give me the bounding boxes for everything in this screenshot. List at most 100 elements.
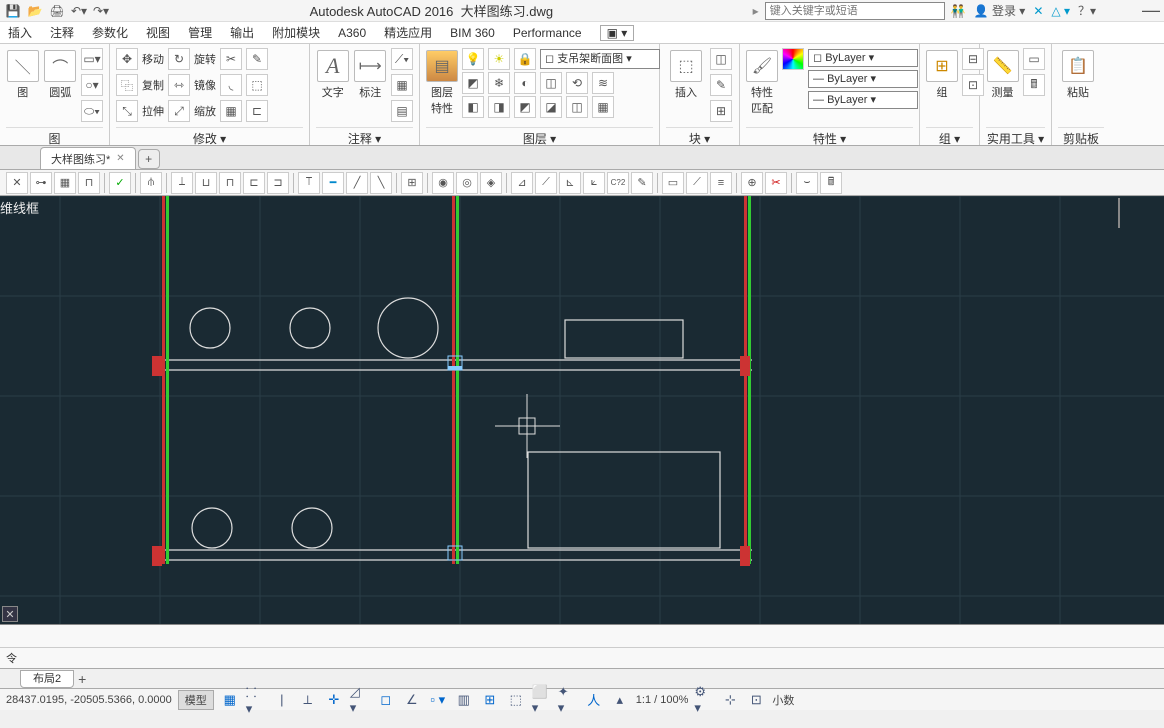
signin-button[interactable]: 👤 登录 ▾ — [974, 2, 1026, 19]
exchange-icon[interactable]: ✕ — [1033, 4, 1043, 18]
panel-util[interactable]: 实用工具 ▾ — [986, 127, 1045, 145]
menu-performance[interactable]: Performance — [513, 26, 582, 40]
tb-check[interactable]: ✓ — [109, 172, 131, 194]
menu-output[interactable]: 输出 — [230, 24, 254, 41]
fillet-icon[interactable]: ◟ — [220, 74, 242, 96]
color-selector[interactable]: ◻ ByLayer ▾ — [808, 49, 918, 67]
trans-icon[interactable]: ▥ — [454, 691, 474, 709]
layer-c-icon[interactable]: ◩ — [514, 96, 536, 118]
menu-annotate[interactable]: 注释 — [50, 24, 74, 41]
copy-button[interactable]: 复制 — [142, 77, 164, 93]
canvas-close-button[interactable]: ✕ — [2, 606, 18, 622]
menu-insert[interactable]: 插入 — [8, 24, 32, 41]
table-icon[interactable]: ▦ — [391, 74, 413, 96]
plus-icon[interactable]: ⊹ — [720, 691, 740, 709]
tb-e[interactable]: ⫛ — [140, 172, 162, 194]
iso-icon[interactable]: ◿ ▾ — [350, 691, 370, 709]
a360-icon[interactable]: △ ▾ — [1051, 4, 1070, 18]
arc-button[interactable]: ⌒圆弧 — [44, 46, 78, 100]
scale-icon[interactable]: ⤢ — [168, 100, 190, 122]
tb-a[interactable]: ✕ — [6, 172, 28, 194]
polar-icon[interactable]: ✛ — [324, 691, 344, 709]
tb-l1[interactable]: ⊕ — [741, 172, 763, 194]
redo-icon[interactable]: ↷▾ — [92, 2, 110, 20]
lwt-icon[interactable]: ▫ ▾ — [428, 691, 448, 709]
color-icon[interactable] — [782, 48, 804, 70]
insert-block-button[interactable]: ⬚插入 — [666, 46, 706, 100]
units-readout[interactable]: 小数 — [772, 692, 794, 708]
select-icon[interactable]: ▭ — [1023, 48, 1045, 70]
anno2-icon[interactable]: ▴ — [610, 691, 630, 709]
lineweight-selector[interactable]: — ByLayer ▾ — [808, 70, 918, 88]
help-icon[interactable]: ？▾ — [1078, 2, 1096, 19]
stretch-icon[interactable]: ⤡ — [116, 100, 138, 122]
gear-icon[interactable]: ⚙ ▾ — [694, 691, 714, 709]
array-icon[interactable]: ▦ — [220, 100, 242, 122]
tb-j3[interactable]: ⊾ — [559, 172, 581, 194]
circle-icon[interactable]: ○▾ — [81, 74, 103, 96]
tb-m2[interactable]: 🖩 — [820, 172, 842, 194]
command-line[interactable]: 令 — [0, 647, 1164, 669]
mirror-icon[interactable]: ⇿ — [168, 74, 190, 96]
layer-e-icon[interactable]: ◫ — [566, 96, 588, 118]
layer-props-button[interactable]: ▤图层 特性 — [426, 46, 458, 116]
print-icon[interactable]: 🖨 — [48, 2, 66, 20]
tb-f3[interactable]: ⊓ — [219, 172, 241, 194]
close-tab-icon[interactable]: ✕ — [116, 153, 124, 164]
add-layout-button[interactable]: + — [78, 671, 86, 687]
tb-c[interactable]: ▦ — [54, 172, 76, 194]
copy-icon[interactable]: ⿻ — [116, 74, 138, 96]
move-button[interactable]: 移动 — [142, 51, 164, 67]
stretch-button[interactable]: 拉伸 — [142, 103, 164, 119]
osnap-icon[interactable]: ◻ — [376, 691, 396, 709]
panel-annotate[interactable]: 注释 ▾ — [316, 127, 413, 145]
layer-iso-icon[interactable]: ◩ — [462, 72, 484, 94]
tb-i1[interactable]: ◉ — [432, 172, 454, 194]
layer-walk-icon[interactable]: ≋ — [592, 72, 614, 94]
rect-icon[interactable]: ▭▾ — [81, 48, 103, 70]
tb-m1[interactable]: ⌣ — [796, 172, 818, 194]
zoom-readout[interactable]: 1:1 / 100% — [636, 694, 689, 706]
rotate-icon[interactable]: ↻ — [168, 48, 190, 70]
layer-freeze-icon[interactable]: ❄ — [488, 72, 510, 94]
mirror-button[interactable]: 镜像 — [194, 77, 216, 93]
layer-a-icon[interactable]: ◧ — [462, 96, 484, 118]
explode-icon[interactable]: ⬚ — [246, 74, 268, 96]
panel-layer[interactable]: 图层 ▾ — [426, 127, 653, 145]
measure-button[interactable]: 📏测量 — [986, 46, 1019, 100]
tb-g3[interactable]: ╱ — [346, 172, 368, 194]
panel-draw[interactable]: 图 — [6, 127, 103, 145]
line-button[interactable]: ＼图 — [6, 46, 40, 100]
layer-prev-icon[interactable]: ⟲ — [566, 72, 588, 94]
dimension-button[interactable]: ⟼标注 — [354, 46, 388, 100]
tb-j2[interactable]: ⟋ — [535, 172, 557, 194]
menu-featured[interactable]: 精选应用 — [384, 24, 432, 41]
layer-lock-icon[interactable]: 🔒 — [514, 48, 536, 70]
save-icon[interactable]: 💾 — [4, 2, 22, 20]
tb-j4[interactable]: ⟀ — [583, 172, 605, 194]
3d-icon[interactable]: ⬚ — [506, 691, 526, 709]
cycle-icon[interactable]: ⊞ — [480, 691, 500, 709]
tb-h1[interactable]: ⊞ — [401, 172, 423, 194]
leader-icon[interactable]: ⟋▾ — [391, 48, 413, 70]
tb-f2[interactable]: ⊔ — [195, 172, 217, 194]
panel-group[interactable]: 组 ▾ — [926, 127, 973, 145]
minimize-icon[interactable]: — — [1142, 0, 1160, 21]
text-button[interactable]: A文字 — [316, 46, 350, 100]
tb-f5[interactable]: ⊐ — [267, 172, 289, 194]
tb-b[interactable]: ⊶ — [30, 172, 52, 194]
menu-manage[interactable]: 管理 — [188, 24, 212, 41]
scale-button[interactable]: 缩放 — [194, 103, 216, 119]
layout-tab[interactable]: 布局2 — [20, 670, 74, 688]
infocenter-icon[interactable]: 👬 — [951, 4, 966, 18]
tb-k1[interactable]: ▭ — [662, 172, 684, 194]
move-icon[interactable]: ✥ — [116, 48, 138, 70]
ortho-icon[interactable]: ⟂ — [298, 691, 318, 709]
panel-modify[interactable]: 修改 ▾ — [116, 127, 303, 145]
tb-j5[interactable]: C?2 — [607, 172, 629, 194]
open-icon[interactable]: 📂 — [26, 2, 44, 20]
group-button[interactable]: ⊞组 — [926, 46, 958, 100]
tb-j1[interactable]: ⊿ — [511, 172, 533, 194]
qp-icon[interactable]: ✦ ▾ — [558, 691, 578, 709]
tb-g2[interactable]: ━ — [322, 172, 344, 194]
